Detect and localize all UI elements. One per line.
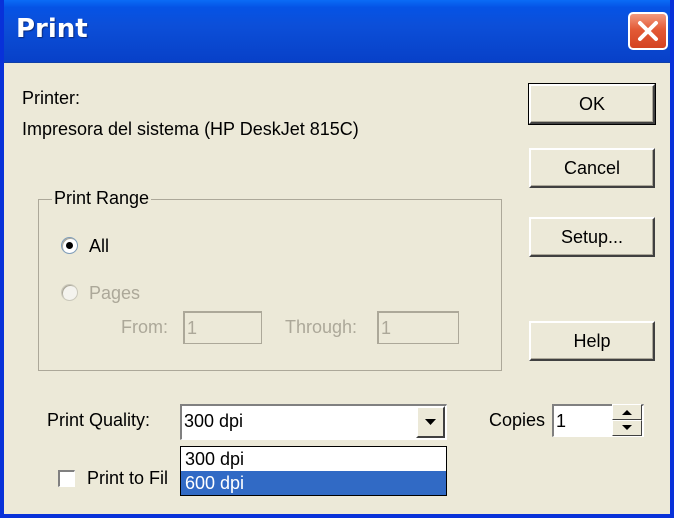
- through-input[interactable]: 1: [377, 311, 459, 344]
- dropdown-button[interactable]: [416, 406, 445, 438]
- cancel-button[interactable]: Cancel: [529, 148, 655, 188]
- setup-button[interactable]: Setup...: [529, 217, 655, 257]
- title-bar[interactable]: Print: [4, 0, 670, 63]
- dropdown-option[interactable]: 300 dpi: [181, 447, 446, 471]
- printer-name: Impresora del sistema (HP DeskJet 815C): [22, 119, 359, 139]
- print-to-file-checkbox[interactable]: [58, 470, 75, 487]
- spin-up-button[interactable]: [612, 404, 642, 420]
- spin-down-button[interactable]: [612, 420, 642, 436]
- arrow-up-icon: [622, 410, 632, 415]
- print-to-file-label: Print to Fil: [87, 468, 169, 488]
- chevron-down-icon: [425, 419, 436, 425]
- through-label: Through:: [285, 317, 358, 337]
- ok-button[interactable]: OK: [528, 83, 656, 125]
- dropdown-option-selected[interactable]: 600 dpi: [181, 471, 446, 495]
- printer-label: Printer:: [22, 88, 81, 108]
- from-input[interactable]: 1: [183, 311, 262, 344]
- radio-pages-label: Pages: [89, 283, 141, 303]
- radio-pages[interactable]: [61, 284, 78, 301]
- print-range-title: Print Range: [52, 188, 152, 209]
- arrow-down-icon: [622, 425, 632, 430]
- from-label: From:: [121, 317, 168, 337]
- radio-all[interactable]: [61, 237, 78, 254]
- copies-label: Copies: [489, 410, 546, 430]
- radio-selected-dot: [66, 242, 73, 249]
- print-quality-dropdown-list: 300 dpi 600 dpi: [180, 446, 447, 496]
- help-button[interactable]: Help: [529, 321, 655, 361]
- print-dialog: Print Printer: Impresora del sistema (HP…: [0, 0, 674, 518]
- copies-spinner[interactable]: [612, 404, 642, 436]
- print-quality-value: 300 dpi: [184, 411, 244, 431]
- print-quality-select[interactable]: 300 dpi: [180, 404, 447, 440]
- close-icon: [638, 21, 658, 41]
- print-quality-label: Print Quality:: [47, 410, 151, 430]
- radio-all-label: All: [89, 236, 110, 256]
- close-button[interactable]: [628, 12, 668, 50]
- window-title: Print: [16, 14, 88, 44]
